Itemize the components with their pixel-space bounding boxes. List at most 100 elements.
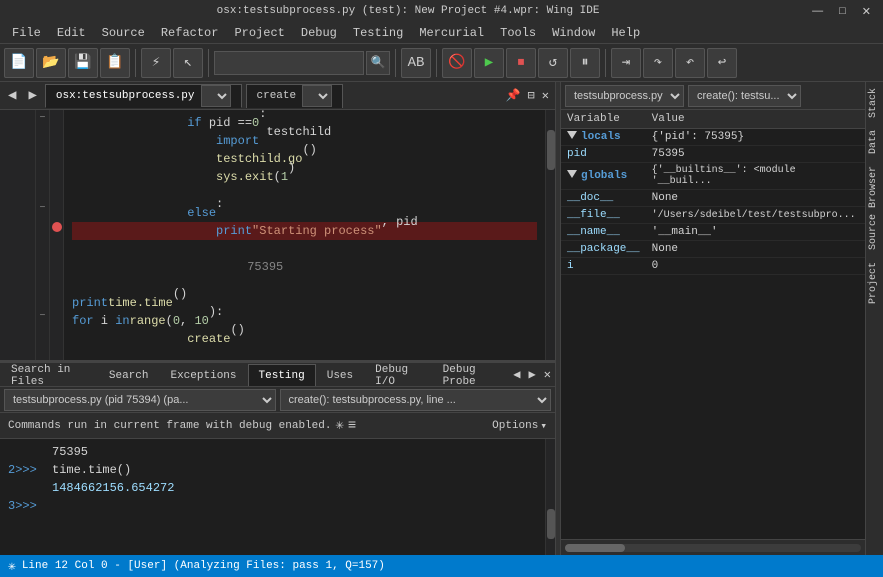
vtab-source-browser[interactable]: Source Browser [866, 160, 883, 256]
rp-bottom-scrollbar[interactable] [561, 539, 865, 555]
tab-search-in-files[interactable]: Search in Files [0, 364, 98, 386]
debug-toolbar-bar: Commands run in current frame with debug… [0, 413, 555, 439]
restart-button[interactable]: ↺ [538, 48, 568, 78]
right-panel-tabs: testsubprocess.py create(): testsu... [561, 82, 865, 110]
tab-uses[interactable]: Uses [316, 364, 364, 386]
menu-refactor[interactable]: Refactor [153, 24, 227, 42]
toolbar-sep-2 [208, 49, 209, 77]
menu-file[interactable]: File [4, 24, 49, 42]
tab-search[interactable]: Search [98, 364, 160, 386]
split-icon[interactable]: ⊟ [526, 88, 537, 103]
vtab-stack[interactable]: Stack [866, 82, 883, 124]
editor-scrollbar[interactable] [545, 110, 555, 360]
rp-h-scrollbar[interactable] [565, 544, 861, 552]
debug-list-icon[interactable]: ≡ [348, 418, 356, 434]
console-output[interactable]: 75395 2>>> time.time() 1484662156.654272… [0, 439, 545, 555]
var-row-file[interactable]: __file__ '/Users/sdeibel/test/testsubpro… [561, 207, 865, 224]
select-button[interactable]: ↖ [173, 48, 203, 78]
editor-tab-prev[interactable]: ◀ [4, 87, 20, 104]
editor-scrollbar-thumb[interactable] [547, 130, 555, 170]
rp-h-scrollbar-thumb[interactable] [565, 544, 625, 552]
menu-edit[interactable]: Edit [49, 24, 94, 42]
menu-bar: File Edit Source Refactor Project Debug … [0, 22, 883, 44]
console-scrollbar[interactable] [545, 439, 555, 555]
rp-function-dropdown[interactable]: create(): testsu... [688, 85, 801, 107]
tab-testing[interactable]: Testing [248, 364, 316, 386]
toolbar-sep-1 [135, 49, 136, 77]
bottom-tab-close[interactable]: ✕ [540, 367, 555, 382]
tab-debug-io[interactable]: Debug I/O [364, 364, 432, 386]
menu-project[interactable]: Project [226, 24, 292, 42]
fold-12[interactable]: − [36, 308, 49, 326]
expand-locals-icon[interactable] [567, 131, 577, 139]
open-button[interactable]: 📂 [36, 48, 66, 78]
menu-testing[interactable]: Testing [345, 24, 411, 42]
step-over-button[interactable]: ⇥ [611, 48, 641, 78]
main-area: ◀ ▶ osx:testsubprocess.py create 📌 ⊟ ✕ [0, 82, 883, 555]
editor-tab-function[interactable]: create [246, 84, 344, 108]
save-button[interactable]: 💾 [68, 48, 98, 78]
options-chevron-icon: ▾ [540, 419, 547, 433]
vtab-project[interactable]: Project [866, 256, 883, 310]
status-sun-icon: ✳ [8, 559, 16, 574]
save-as-button[interactable]: 📋 [100, 48, 130, 78]
close-editor-icon[interactable]: ✕ [540, 88, 551, 103]
terminate-button[interactable]: ⏹ [506, 48, 536, 78]
code-content[interactable]: if pid == 0: import testchild testchild.… [64, 110, 545, 360]
var-row-locals-group[interactable]: locals {'pid': 75395} [561, 129, 865, 146]
var-row-name[interactable]: __name__ '__main__' [561, 224, 865, 241]
var-row-pid[interactable]: pid 75395 [561, 146, 865, 163]
var-row-globals-group[interactable]: globals {'__builtins__': <module '__buil… [561, 163, 865, 190]
bottom-tab-nav-prev[interactable]: ◀ [509, 367, 524, 382]
code-line-10 [72, 276, 537, 294]
menu-help[interactable]: Help [603, 24, 648, 42]
step-into-button[interactable]: ↷ [643, 48, 673, 78]
menu-source[interactable]: Source [94, 24, 153, 42]
console-scrollbar-thumb[interactable] [547, 509, 555, 539]
tab-exceptions[interactable]: Exceptions [159, 364, 247, 386]
debug-run-icon[interactable]: ✳ [335, 417, 343, 434]
fold-1[interactable]: − [36, 110, 49, 128]
var-row-doc[interactable]: __doc__ None [561, 190, 865, 207]
close-button[interactable]: ✕ [858, 5, 875, 18]
status-bar: ✳ Line 12 Col 0 - [User] (Analyzing File… [0, 555, 883, 577]
code-editor[interactable]: − − − [0, 110, 555, 360]
var-row-package[interactable]: __package__ None [561, 241, 865, 258]
continue-button[interactable]: ↩ [707, 48, 737, 78]
run-button[interactable]: ▶ [474, 48, 504, 78]
location-dropdown[interactable]: create(): testsubprocess.py, line ... [280, 389, 552, 411]
options-button[interactable]: Options ▾ [492, 419, 547, 433]
editor-tab-file-dropdown[interactable] [201, 85, 231, 107]
maximize-button[interactable]: □ [835, 5, 850, 18]
tab-debug-probe[interactable]: Debug Probe [432, 364, 510, 386]
search-input[interactable] [214, 51, 364, 75]
var-row-i[interactable]: i 0 [561, 258, 865, 275]
code-line-9: 75395 [72, 258, 537, 276]
vtab-data[interactable]: Data [866, 124, 883, 160]
editor-tab-file[interactable]: osx:testsubprocess.py [45, 84, 242, 108]
search-button[interactable]: 🔍 [366, 51, 390, 75]
new-file-button[interactable]: 📄 [4, 48, 34, 78]
expand-globals-icon[interactable] [567, 170, 577, 178]
step-out-button[interactable]: ↶ [675, 48, 705, 78]
pause-button[interactable]: ⏸ [570, 48, 600, 78]
console-prompt-4: 3>>> [8, 497, 48, 515]
menu-mercurial[interactable]: Mercurial [411, 24, 492, 42]
bottom-tab-nav-next[interactable]: ▶ [525, 367, 540, 382]
debug-point-button[interactable]: ⚡ [141, 48, 171, 78]
menu-window[interactable]: Window [544, 24, 603, 42]
editor-tab-bar: ◀ ▶ osx:testsubprocess.py create 📌 ⊟ ✕ [0, 82, 555, 110]
fold-6[interactable]: − [36, 200, 49, 218]
find-replace-button[interactable]: AB [401, 48, 431, 78]
frame-dropdown[interactable]: testsubprocess.py (pid 75394) (pa... [4, 389, 276, 411]
editor-tab-icons: 📌 ⊟ ✕ [504, 88, 551, 103]
minimize-button[interactable]: — [808, 5, 827, 18]
menu-debug[interactable]: Debug [293, 24, 345, 42]
editor-tab-next[interactable]: ▶ [24, 87, 40, 104]
editor-tab-function-dropdown[interactable] [302, 85, 332, 107]
pin-icon[interactable]: 📌 [504, 88, 523, 103]
title-bar: osx:testsubprocess.py (test): New Projec… [0, 0, 883, 22]
stop-button[interactable]: 🚫 [442, 48, 472, 78]
menu-tools[interactable]: Tools [492, 24, 544, 42]
rp-file-dropdown[interactable]: testsubprocess.py [565, 85, 684, 107]
